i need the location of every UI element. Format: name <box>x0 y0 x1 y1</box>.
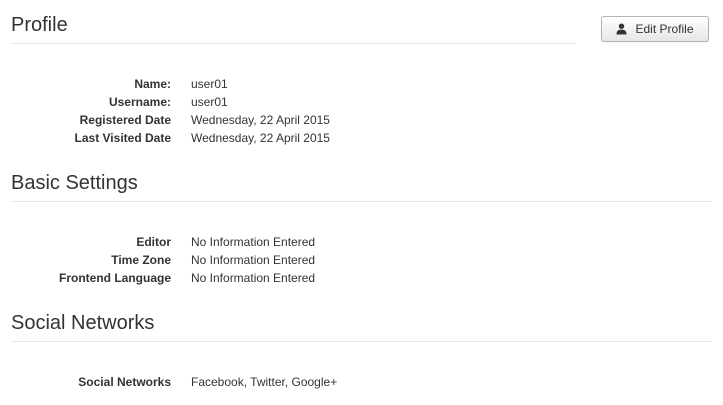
field-row-registered-date: Registered Date Wednesday, 22 April 2015 <box>0 111 723 129</box>
basic-settings-divider <box>11 201 711 202</box>
social-networks-heading: Social Networks <box>11 312 155 334</box>
edit-profile-button[interactable]: Edit Profile <box>601 16 709 42</box>
field-label: Time Zone <box>111 253 171 267</box>
field-row-frontend-language: Frontend Language No Information Entered <box>0 269 723 287</box>
edit-profile-label: Edit Profile <box>635 22 694 36</box>
field-value: Facebook, Twitter, Google+ <box>191 375 338 389</box>
profile-heading: Profile <box>11 14 68 36</box>
field-label: Registered Date <box>79 113 171 127</box>
field-label: Frontend Language <box>59 271 171 285</box>
field-value: No Information Entered <box>191 253 316 267</box>
field-row-social-networks: Social Networks Facebook, Twitter, Googl… <box>0 373 723 391</box>
profile-page: Profile Edit Profile Name: user01 Userna… <box>0 0 723 405</box>
field-row-username: Username: user01 <box>0 93 723 111</box>
field-label: Social Networks <box>78 375 171 389</box>
field-value: user01 <box>191 77 228 91</box>
field-row-time-zone: Time Zone No Information Entered <box>0 251 723 269</box>
field-label: Editor <box>136 235 171 249</box>
field-value: user01 <box>191 95 228 109</box>
field-row-last-visited-date: Last Visited Date Wednesday, 22 April 20… <box>0 129 723 147</box>
field-label: Username: <box>108 95 171 109</box>
field-row-editor: Editor No Information Entered <box>0 233 723 251</box>
field-row-name: Name: user01 <box>0 75 723 93</box>
field-label: Name: <box>134 77 171 91</box>
field-value: No Information Entered <box>191 235 316 249</box>
basic-settings-heading: Basic Settings <box>11 172 138 194</box>
field-value: No Information Entered <box>191 271 316 285</box>
user-icon <box>616 23 627 35</box>
social-networks-divider <box>11 341 711 342</box>
field-value: Wednesday, 22 April 2015 <box>191 131 330 145</box>
profile-divider <box>11 43 576 44</box>
field-label: Last Visited Date <box>74 131 171 145</box>
field-value: Wednesday, 22 April 2015 <box>191 113 330 127</box>
